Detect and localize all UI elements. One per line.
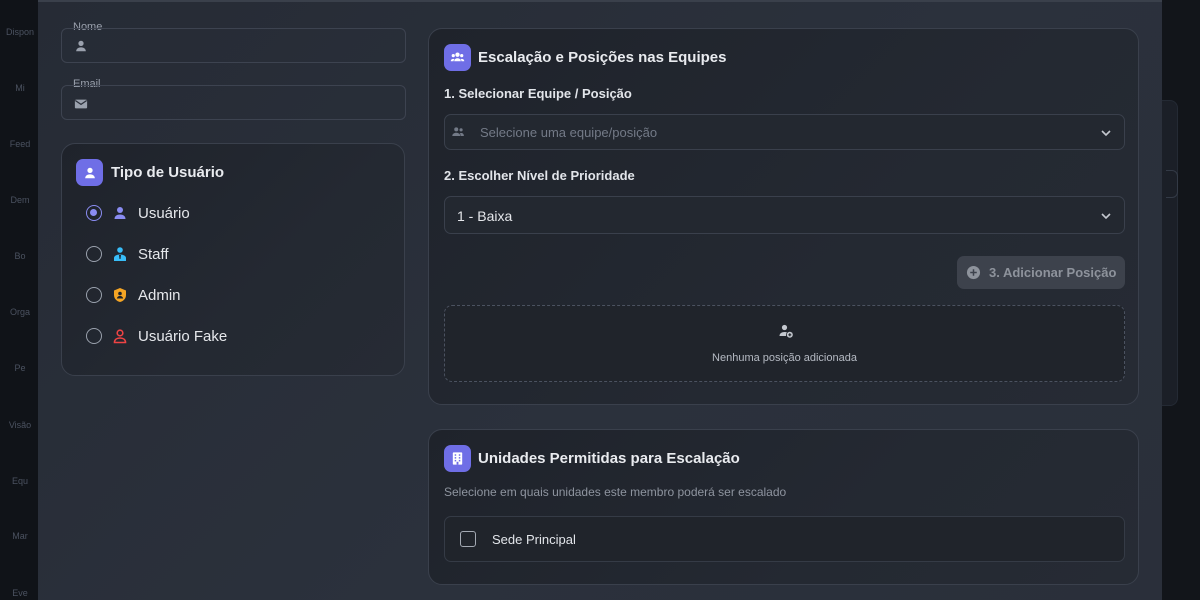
radio-button[interactable] — [86, 205, 102, 221]
units-card-title: Unidades Permitidas para Escalação — [478, 450, 740, 467]
add-position-button[interactable]: 3. Adicionar Posição — [957, 256, 1125, 289]
units-card-icon — [444, 445, 471, 472]
background-button — [1166, 170, 1178, 198]
name-field[interactable] — [61, 28, 406, 63]
radio-button[interactable] — [86, 246, 102, 262]
team-position-select[interactable]: Selecione uma equipe/posição — [444, 114, 1125, 150]
radio-label: Admin — [138, 286, 181, 304]
units-card: Unidades Permitidas para Escalação Selec… — [428, 429, 1139, 585]
bg-sidebar-item: Dem — [10, 195, 30, 205]
staff-icon — [114, 247, 126, 261]
user-type-card: Tipo de Usuário Usuário Staff Admin Usuá… — [61, 143, 405, 376]
radio-label: Usuário — [138, 204, 190, 222]
group-icon — [452, 127, 464, 136]
user-type-option-usuario-fake[interactable]: Usuário Fake — [86, 324, 227, 348]
background-card — [1162, 100, 1178, 406]
bg-sidebar-item: Pe — [14, 363, 26, 373]
chevron-down-icon — [1101, 130, 1111, 137]
admin-shield-icon — [114, 288, 126, 302]
bg-sidebar-item: Mi — [15, 83, 25, 93]
bg-sidebar-item: Mar — [12, 531, 28, 541]
add-circle-icon — [966, 265, 981, 280]
fake-user-icon — [113, 329, 127, 344]
bg-sidebar-item: Dispon — [5, 27, 34, 37]
radio-button[interactable] — [86, 287, 102, 303]
radio-button[interactable] — [86, 328, 102, 344]
user-type-option-staff[interactable]: Staff — [86, 242, 169, 266]
bg-sidebar-item: Orga — [9, 307, 30, 317]
teams-card: Escalação e Posições nas Equipes 1. Sele… — [428, 28, 1139, 405]
user-type-title: Tipo de Usuário — [111, 164, 225, 181]
step1-label: 1. Selecionar Equipe / Posição — [444, 86, 632, 101]
radio-label: Usuário Fake — [138, 327, 228, 345]
add-position-button-label: 3. Adicionar Posição — [989, 265, 1117, 280]
step2-label: 2. Escolher Nível de Prioridade — [444, 168, 635, 183]
user-type-option-admin[interactable]: Admin — [86, 283, 181, 307]
person-icon — [76, 40, 86, 52]
teams-card-icon — [444, 44, 471, 71]
group-icon — [450, 52, 465, 62]
person-icon — [84, 167, 95, 178]
bg-sidebar-item: Feed — [9, 139, 31, 149]
mail-icon — [74, 99, 88, 109]
user-type-option-usuario[interactable]: Usuário — [86, 201, 190, 225]
person-icon — [114, 207, 126, 219]
unit-option-sede-principal[interactable]: Sede Principal — [444, 516, 1125, 562]
chevron-down-icon — [1101, 213, 1111, 220]
positions-empty-state: Nenhuma posição adicionada — [444, 305, 1125, 382]
person-add-icon — [779, 324, 793, 338]
bg-sidebar-item: Equ — [11, 476, 28, 486]
priority-select-value: 1 - Baixa — [457, 208, 513, 224]
teams-card-title: Escalação e Posições nas Equipes — [478, 49, 727, 66]
unit-checkbox[interactable] — [460, 531, 476, 547]
priority-select[interactable]: 1 - Baixa — [444, 196, 1125, 234]
unit-label: Sede Principal — [492, 531, 576, 547]
positions-empty-text: Nenhuma posição adicionada — [712, 352, 857, 364]
bg-sidebar-item: Bo — [14, 251, 26, 261]
email-field[interactable] — [61, 85, 406, 120]
edit-member-modal: Nome Email Tipo de Usuário Usuário Staff… — [38, 0, 1162, 600]
user-type-card-icon — [76, 159, 103, 186]
bg-sidebar-item: Visão — [8, 420, 32, 430]
bg-sidebar-item: Eve — [12, 588, 28, 598]
radio-label: Staff — [138, 245, 169, 263]
building-icon — [452, 452, 463, 465]
team-select-placeholder: Selecione uma equipe/posição — [480, 125, 658, 140]
units-card-subtitle: Selecione em quais unidades este membro … — [444, 485, 787, 499]
background-sidebar: Dispon Mi Feed Dem Bo Orga Pe Visão Equ … — [0, 0, 38, 600]
